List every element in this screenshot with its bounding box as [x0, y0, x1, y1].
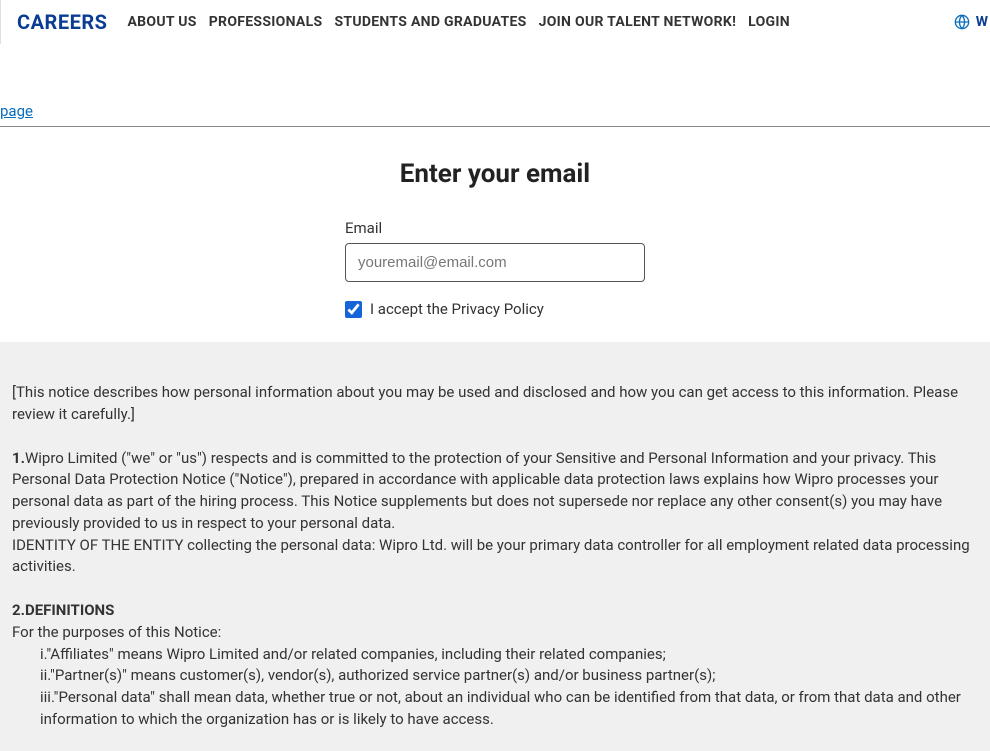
- accept-privacy-label: I accept the Privacy Policy: [370, 300, 544, 318]
- section-1-body: Wipro Limited ("we" or "us") respects an…: [12, 449, 942, 532]
- def-iii-text: "Personal data" shall mean data, whether…: [40, 688, 961, 728]
- nav-login[interactable]: LOGIN: [748, 14, 790, 30]
- definition-ii: ii."Partner(s)" means customer(s), vendo…: [40, 665, 978, 687]
- nav-professionals[interactable]: PROFESSIONALS: [209, 14, 323, 30]
- nav-right-label[interactable]: W: [976, 14, 988, 30]
- section-2-title: DEFINITIONS: [25, 601, 114, 619]
- notice-section-2-intro: For the purposes of this Notice:: [12, 622, 978, 644]
- nav-talent-network[interactable]: JOIN OUR TALENT NETWORK!: [539, 14, 737, 30]
- privacy-notice: [This notice describes how personal info…: [0, 342, 990, 751]
- def-i-text: "Affiliates" means Wipro Limited and/or …: [46, 645, 665, 663]
- definition-iii: iii."Personal data" shall mean data, whe…: [40, 687, 978, 731]
- definition-i: i."Affiliates" means Wipro Limited and/o…: [40, 644, 978, 666]
- def-ii-text: "Partner(s)" means customer(s), vendor(s…: [50, 666, 715, 684]
- notice-identity: IDENTITY OF THE ENTITY collecting the pe…: [12, 535, 978, 579]
- nav-right: W: [954, 14, 988, 30]
- section-1-number: 1.: [12, 449, 25, 467]
- def-iii-prefix: iii.: [40, 688, 54, 706]
- nav-about-us[interactable]: ABOUT US: [127, 14, 196, 30]
- email-label: Email: [345, 219, 645, 237]
- nav-students-graduates[interactable]: STUDENTS AND GRADUATES: [334, 14, 526, 30]
- page-link[interactable]: page: [0, 102, 33, 120]
- section-2-number: 2.: [12, 601, 25, 619]
- def-ii-prefix: ii.: [40, 666, 50, 684]
- definitions-list: i."Affiliates" means Wipro Limited and/o…: [12, 644, 978, 731]
- notice-section-2-heading: 2.DEFINITIONS: [12, 600, 978, 622]
- nav-links: ABOUT US PROFESSIONALS STUDENTS AND GRAD…: [127, 14, 975, 30]
- email-field[interactable]: [345, 243, 645, 282]
- notice-intro: [This notice describes how personal info…: [12, 382, 978, 426]
- accept-privacy-checkbox[interactable]: [345, 301, 362, 318]
- nav-brand[interactable]: CAREERS: [17, 10, 107, 34]
- page-title: Enter your email: [0, 159, 990, 189]
- globe-icon: [954, 14, 970, 30]
- notice-section-1: 1.Wipro Limited ("we" or "us") respects …: [12, 448, 978, 535]
